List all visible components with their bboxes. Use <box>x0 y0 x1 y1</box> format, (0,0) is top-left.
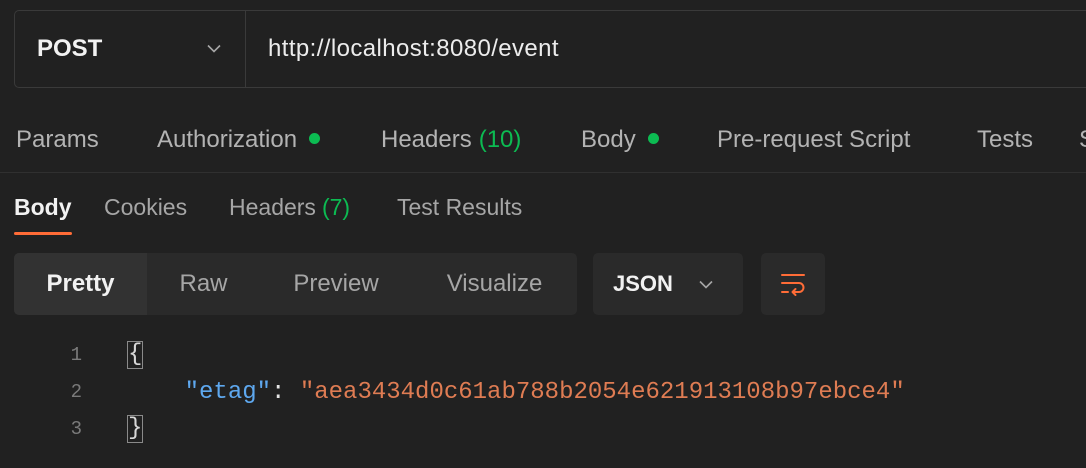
tab-tests[interactable]: Tests <box>977 120 1033 160</box>
format-dropdown[interactable]: JSON <box>593 253 743 315</box>
tab-label: Authorization <box>157 126 298 153</box>
url-input[interactable]: http://localhost:8080/event <box>246 11 1086 87</box>
tab-count: (10) <box>478 126 522 153</box>
close-brace: } <box>127 414 144 443</box>
view-mode-visualize[interactable]: Visualize <box>412 253 577 315</box>
line-number: 2 <box>70 381 82 403</box>
status-indicator-dot <box>309 133 321 145</box>
wrap-lines-button[interactable] <box>761 253 825 315</box>
tab-authorization[interactable]: Authorization <box>157 120 321 160</box>
view-mode-preview[interactable]: Preview <box>260 253 412 315</box>
tab-body[interactable]: Body <box>581 120 659 160</box>
tab-label: Tests <box>977 126 1034 153</box>
format-label: JSON <box>613 271 673 296</box>
line-number-gutter: 1 2 3 <box>40 337 82 448</box>
tab-label: Params <box>16 126 99 153</box>
tab-truncated[interactable]: S <box>1079 120 1086 160</box>
url-text: http://localhost:8080/event <box>268 35 559 62</box>
tab-count: (7) <box>321 194 351 220</box>
response-tab-test-results[interactable]: Test Results <box>397 188 522 226</box>
view-mode-raw[interactable]: Raw <box>147 253 260 315</box>
response-tab-body[interactable]: Body <box>14 188 72 226</box>
json-colon: : <box>271 379 286 406</box>
chevron-stroke <box>207 44 221 53</box>
open-brace: { <box>127 340 144 369</box>
active-tab-underline <box>14 232 72 235</box>
json-key: "etag" <box>184 379 272 406</box>
method-select[interactable]: POST <box>15 11 246 87</box>
line-number: 3 <box>70 418 82 440</box>
status-indicator-dot <box>647 133 659 145</box>
view-mode-selector: Pretty Raw Preview Visualize <box>14 253 577 315</box>
request-bar: POST http://localhost:8080/event <box>14 10 1086 88</box>
json-string-value: "aea3434d0c61ab788b2054e621913108b97ebce… <box>299 379 905 406</box>
line-number: 1 <box>70 344 82 366</box>
chevron-down-icon <box>207 44 221 53</box>
chevron-down-icon <box>699 280 713 289</box>
response-tab-headers[interactable]: Headers (7) <box>229 188 350 226</box>
tab-label: S <box>1079 126 1086 153</box>
tab-label: Headers <box>381 126 472 153</box>
code-line: { <box>127 337 905 374</box>
method-label: POST <box>37 35 103 62</box>
tab-pre-request-script[interactable]: Pre-request Script <box>717 120 910 160</box>
tab-label: Body <box>581 126 636 153</box>
response-body-editor[interactable]: { "etag": "aea3434d0c61ab788b2054e6219131… <box>127 337 905 448</box>
wrap-lines-icon <box>781 274 805 296</box>
view-mode-pretty[interactable]: Pretty <box>14 253 147 315</box>
response-tab-cookies[interactable]: Cookies <box>104 188 187 226</box>
code-line: "etag": "aea3434d0c61ab788b2054e621913108… <box>127 374 905 411</box>
tab-label: Pre-request Script <box>717 126 911 153</box>
chevron-stroke <box>699 280 713 289</box>
code-line: } <box>127 411 905 448</box>
pane-divider <box>0 172 1086 173</box>
tab-label: Headers <box>229 194 316 220</box>
tab-headers[interactable]: Headers (10) <box>381 120 521 160</box>
tab-params[interactable]: Params <box>16 120 99 160</box>
